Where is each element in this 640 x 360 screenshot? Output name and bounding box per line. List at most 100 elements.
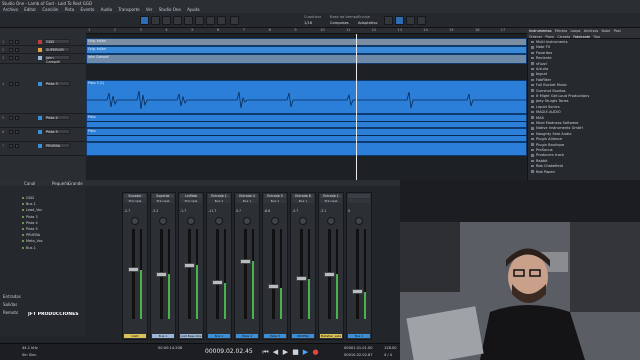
strip-name-label[interactable]: Lost Bass bite [180,334,202,338]
play-icon[interactable]: ▶ [302,349,309,356]
sort-folder[interactable]: Carpeta [557,35,570,38]
strip-input-label[interactable]: Entrada 1 [208,194,230,198]
solo-button[interactable] [15,48,19,52]
clip-superior[interactable]: Orig. kd/bri [86,46,527,54]
time-signature[interactable]: 4 / 4 [384,353,392,357]
fader-track[interactable] [300,229,303,319]
browser-item[interactable]: Joey Sturgis Tones [531,99,569,103]
strip-name-label[interactable]: PRUEBA [292,334,314,338]
channel-list-item[interactable]: Pista 5 [22,227,38,231]
mute-button[interactable] [9,116,13,120]
channel-list-item[interactable]: Bus 1 [22,246,36,250]
range-tool-button[interactable] [151,16,160,25]
strip-output-label[interactable]: Bus 1 [208,199,230,203]
browser-item[interactable]: Mixd Madness Software [531,121,578,125]
clip-prueba[interactable] [86,142,527,156]
browser-item[interactable]: Liquid Sonics [531,105,560,109]
arrow-tool-button[interactable] [140,16,149,25]
strip-input-label[interactable]: Entrada 1 [320,194,342,198]
track-name[interactable]: John Campell [44,55,70,64]
tab-loops[interactable]: Loops [571,29,581,33]
menu-transporte[interactable]: Transporte [118,7,139,12]
rewind-icon[interactable]: ⏮ [262,349,269,356]
browser-item[interactable]: Multi Instruments [531,40,568,44]
sort-vendor[interactable]: Fabricante [573,35,590,38]
snap-toggle-button[interactable] [230,16,239,25]
fader-track[interactable] [132,229,135,319]
mixer-channel-strip[interactable]: Entrada 1 Principal -3.1 MetaRer_esta [318,192,344,340]
visibility-dot-icon[interactable] [22,228,24,230]
menu-pista[interactable]: Pista [65,7,75,12]
browser-item[interactable]: Rob Chakefield [531,164,563,168]
browser-item[interactable]: Note FX [531,45,550,49]
mixer-channel-strip[interactable]: LinRtab Principal -1.7 Lost Bass bite [178,192,204,340]
strip-output-label[interactable]: Principal [180,199,202,203]
strip-input-label[interactable]: LinRtab [180,194,202,198]
solo-button[interactable] [15,144,19,148]
channel-list-item[interactable]: GGD [22,196,34,200]
mixer-channel-strip[interactable]: Entrada 4 Bus 1 0.7 Pista 4 [234,192,260,340]
strip-name-label[interactable]: Bus 1 [348,334,370,338]
strip-name-label[interactable]: GGD [124,334,146,338]
fader-track[interactable] [244,229,247,319]
menu-archivo[interactable]: Archivo [3,7,18,12]
visibility-dot-icon[interactable] [22,221,24,224]
browser-item[interactable]: Plugin Boutique [531,143,564,147]
fader-handle[interactable] [324,271,335,277]
fader-handle[interactable] [296,275,307,281]
mute-tool-button[interactable] [195,16,204,25]
tab-efectos[interactable]: Efectos [555,29,567,33]
track-name[interactable]: GGD [44,39,70,44]
track-row-6[interactable]: 6 Pista 5 [0,128,86,142]
strip-output-label[interactable]: Principal [320,199,342,203]
visibility-dot-icon[interactable] [22,246,24,249]
strip-name-label[interactable]: Pista 5 [264,334,286,338]
strip-input-label[interactable]: Ecuador [124,194,146,198]
strip-name-label[interactable]: Bus 1 [208,334,230,338]
side-label-inputs[interactable]: Entradas [3,294,21,299]
side-label-outputs[interactable]: Salidas [3,302,17,307]
strip-output-label[interactable]: Bus 1 [292,199,314,203]
menu-evento[interactable]: Evento [81,7,95,12]
strip-output-label[interactable]: Bus 1 [264,199,286,203]
pan-knob[interactable] [299,217,307,225]
browser-item[interactable]: FabFilter [531,78,551,82]
browser-item[interactable]: MAX [531,116,544,120]
track-name[interactable]: Pista 4 [44,115,70,120]
strip-input-label[interactable] [348,194,370,198]
arrangement-view[interactable]: Orig. kd/bri Orig. kd/bri John Campell P… [86,28,527,180]
pan-knob[interactable] [187,217,195,225]
visibility-dot-icon[interactable] [22,240,24,243]
mixer-channel-strip[interactable]: Entrada 5 Bus 1 -6.6 Pista 5 [262,192,288,340]
visibility-dot-icon[interactable] [22,197,24,199]
pan-knob[interactable] [243,217,251,225]
menu-ayuda[interactable]: Ayuda [187,7,199,12]
mixer-channel-strip[interactable]: Superior Principal -3.2 Bus 1 [150,192,176,340]
browser-item[interactable]: Producers track [531,153,564,157]
back-icon[interactable]: ◀ [272,349,279,356]
forward-icon[interactable]: ▶ [282,349,289,356]
pan-knob[interactable] [215,217,223,225]
strip-input-label[interactable]: Entrada 5 [264,194,286,198]
mixer-channel-strip[interactable]: 0 Bus 1 [346,192,372,340]
visibility-dot-icon[interactable] [22,215,24,218]
tab-pool[interactable]: Pool [614,29,621,33]
browser-item[interactable]: PreSonus [531,148,553,152]
clip-ggd[interactable]: Orig. kd/bri [86,38,527,46]
strip-input-label[interactable]: Superior [152,194,174,198]
track-name[interactable]: PRUEBA [44,143,70,148]
track-row-7[interactable]: 7 PRUEBA [0,142,86,156]
split-tool-button[interactable] [162,16,171,25]
pan-knob[interactable] [131,217,139,225]
clip-pista-4[interactable]: Pista [86,114,527,128]
sort-flat[interactable]: Plano [545,35,554,38]
time-display[interactable]: 00009.02.02.45 [205,348,253,355]
fader-handle[interactable] [240,258,251,264]
clip-john-campell[interactable]: John Campell [86,54,527,64]
sort-type[interactable]: Tipo [593,35,600,38]
pan-knob[interactable] [271,217,279,225]
solo-button[interactable] [15,40,19,44]
tab-instrumentos[interactable]: Instrumentos [529,29,552,33]
side-label-remote[interactable]: Remoto [3,310,18,315]
channel-list-item[interactable]: PRUEBA [22,233,40,237]
